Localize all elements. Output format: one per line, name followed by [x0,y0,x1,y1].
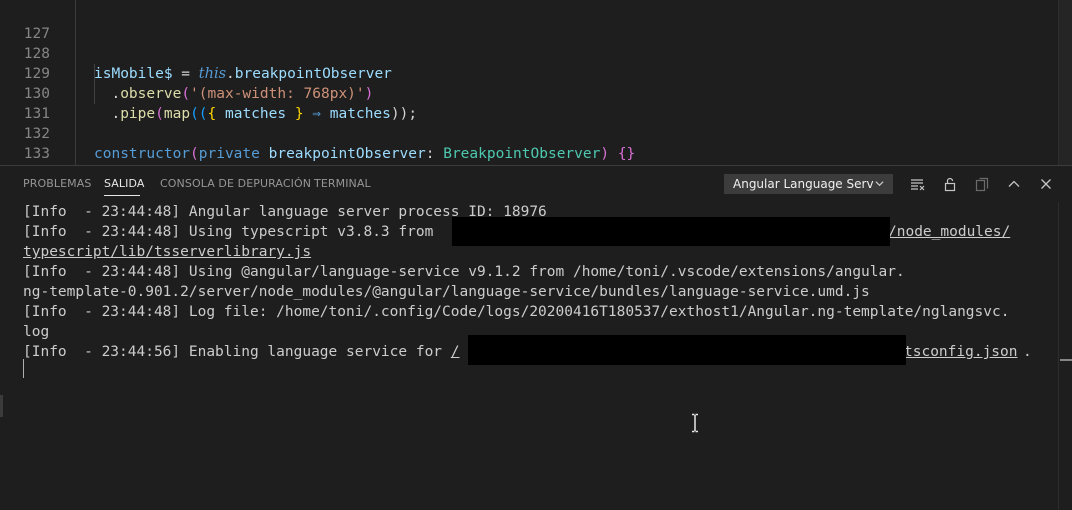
code-line-133: 133 [0,124,1058,162]
redacted-area [452,217,890,246]
log-line: [Info - 23:44:48] Using typescript v3.8.… [23,224,1011,240]
code-line-134: 134 onScroll() { [0,144,1058,164]
log-path-link[interactable]: tsconfig.json [904,342,1018,362]
output-log[interactable]: [Info - 23:44:48] Angular language serve… [0,202,1058,510]
code-line-132: 132 constructor(private breakpointObserv… [0,104,1058,162]
log-line: [Info - 23:44:48] Using @angular/languag… [23,264,905,280]
output-channel-select[interactable]: Angular Language Serv [724,174,893,194]
output-scrollbar[interactable] [1058,202,1072,510]
log-path-link[interactable]: /node_modules/ [888,222,1010,242]
log-path-link[interactable]: typescript/lib/tsserverlibrary.js [23,242,311,262]
active-tab-indicator [104,195,140,196]
lock-scroll-icon[interactable] [942,176,958,192]
panel-header: PROBLEMAS SALIDA CONSOLA DE DEPURACIÓN T… [0,166,1072,202]
code-editor[interactable]: 127 128 isMobile$ = this.breakpointObser… [0,0,1072,165]
ibeam-cursor-icon [692,413,698,433]
text-cursor [23,359,24,378]
editor-scrollbar[interactable] [1058,0,1072,165]
tab-debug-console[interactable]: CONSOLA DE DEPURACIÓN [160,177,311,190]
code-line-128: 128 isMobile$ = this.breakpointObserver [0,24,1058,82]
code-line-129: 129 .observe('(max-width: 768px)') [0,44,1058,102]
bottom-panel: PROBLEMAS SALIDA CONSOLA DE DEPURACIÓN T… [0,165,1072,510]
tab-terminal[interactable]: TERMINAL [314,177,371,190]
scroll-decoration [0,395,3,417]
code-line-130: 130 .pipe(map(({ matches } ⇒ matches)); [0,64,1058,122]
clear-output-icon[interactable] [909,176,925,192]
log-line: [Info - 23:44:48] Log file: /home/toni/.… [23,304,1010,320]
log-path-link[interactable]: / [451,344,460,360]
close-panel-icon[interactable] [1038,176,1054,192]
indent-guide [94,64,95,104]
log-line: log [23,324,50,340]
open-log-icon[interactable] [974,176,990,192]
maximize-panel-icon[interactable] [1006,176,1022,192]
log-line: [Info - 23:44:56] Enabling language serv… [23,344,1032,360]
code-line-127: 127 [0,4,1058,42]
log-line: ng-template-0.901.2/server/node_modules/… [23,284,870,300]
scrollbar-marker [1060,359,1072,361]
output-channel-label: Angular Language Serv [733,177,874,191]
tab-problems[interactable]: PROBLEMAS [23,177,91,190]
code-line-131: 131 [0,84,1058,122]
redacted-area [468,335,906,365]
tab-output[interactable]: SALIDA [104,177,145,190]
chevron-down-icon [875,181,884,187]
